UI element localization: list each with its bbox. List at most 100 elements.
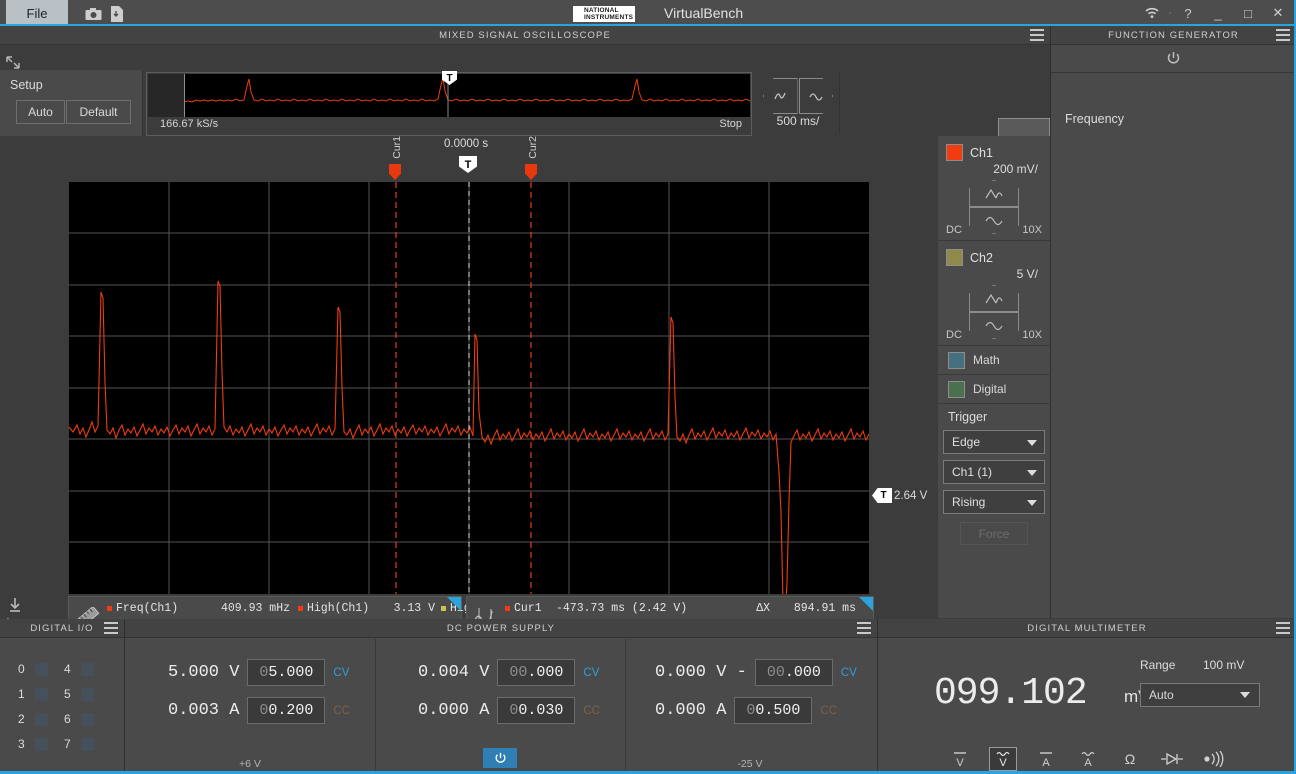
channel-ch1[interactable]: Ch1 200 mV/ DC 10X [938,136,1050,241]
dps-power-button[interactable] [483,748,517,768]
cursor1-handle[interactable] [389,164,401,180]
timebase-stepper[interactable] [763,78,833,114]
default-setup-button[interactable]: Default [66,100,131,124]
trigger-section-label: Trigger [948,410,988,424]
timebase-decrease-button[interactable] [763,78,798,114]
dmm-header: DIGITAL MULTIMETER [878,619,1296,638]
dio-led-7[interactable] [80,737,94,751]
svg-text:V: V [956,757,964,769]
ch1-probe[interactable]: 10X [1022,224,1042,236]
trigger-type-dropdown[interactable]: Edge [943,430,1045,454]
math-color-swatch[interactable] [948,351,965,369]
dmm-mode-selector: V V A A Ω [878,744,1296,774]
close-button[interactable]: ✕ [1264,0,1292,26]
trigger-source-dropdown[interactable]: Ch1 (1) [943,460,1045,484]
digital-tab[interactable]: Digital [938,375,1060,404]
camera-icon[interactable] [82,4,104,24]
dio-led-2[interactable] [34,712,48,726]
dc-current-icon[interactable]: A [1033,748,1059,770]
dio-line-1[interactable]: 1 [18,687,48,701]
trigger-level-marker[interactable]: T 2.64 V [872,488,927,503]
ch2-toggle[interactable]: Ch2 [946,249,993,266]
export-icon[interactable] [8,597,22,616]
trigger-position-handle[interactable]: T [459,156,477,173]
ch1-toggle[interactable]: Ch1 [946,144,993,161]
ac-current-icon[interactable]: A [1075,748,1101,770]
chevron-down-icon [1240,692,1250,698]
chevron-down-icon [1027,470,1037,476]
dio-led-4[interactable] [80,662,94,676]
maximize-button[interactable]: □ [1234,0,1262,26]
trigger-slope-dropdown[interactable]: Rising [943,490,1045,514]
waveform-plot[interactable] [69,182,869,594]
ch1-scale-decrease[interactable] [969,206,1019,234]
ch25v-voltage-reading: 0.004 V [418,663,490,682]
digital-color-swatch[interactable] [948,380,965,398]
ch1-color-swatch[interactable] [946,144,963,161]
dc-voltage-icon[interactable]: V [947,748,973,770]
dmm-menu-icon[interactable] [1276,622,1290,634]
dio-line-0[interactable]: 0 [18,662,48,676]
ch6v-cv-indicator: CV [333,666,350,679]
auto-setup-button[interactable]: Auto [16,100,65,124]
dps-menu-icon[interactable] [857,622,871,634]
brand-line-2: INSTRUMENTS [584,13,634,21]
fgen-menu-icon[interactable] [1276,29,1290,41]
ch1-coupling[interactable]: DC [946,224,962,236]
wifi-icon[interactable] [1138,0,1166,26]
ch2-coupling[interactable]: DC [946,329,962,341]
file-menu-button[interactable]: File [6,0,68,26]
ch6v-voltage-setpoint[interactable]: 0 5.000 [247,659,326,686]
overview-trigger-flag[interactable]: T [442,71,458,85]
ch25v-current-setpoint[interactable]: 0 0.030 [497,697,576,724]
channel-ch2[interactable]: Ch2 5 V/ DC 10X [938,241,1050,346]
chneg25v-current-setpoint[interactable]: 0 0.500 [734,697,813,724]
dio-led-1[interactable] [34,687,48,701]
ch2-color-swatch[interactable] [946,249,963,266]
dio-label-4: 4 [64,662,71,676]
ch25v-voltage-setpoint[interactable]: 00.000 [497,659,576,686]
scope-menu-icon[interactable] [1030,29,1044,41]
fgen-power-button[interactable] [1051,44,1296,73]
dio-line-7[interactable]: 7 [64,737,94,751]
ch2-scale[interactable]: 5 V/ [1017,267,1038,281]
dio-line-6[interactable]: 6 [64,712,94,726]
ch6v-current-setpoint[interactable]: 0 0.200 [247,697,326,724]
dio-line-4[interactable]: 4 [64,662,94,676]
dio-led-3[interactable] [34,737,48,751]
separator-dot: · [1168,7,1172,19]
dio-line-5[interactable]: 5 [64,687,94,701]
force-trigger-button[interactable]: Force [960,522,1028,545]
dio-led-5[interactable] [80,687,94,701]
timebase-increase-button[interactable] [798,78,833,114]
minimize-button[interactable]: _ [1204,0,1232,26]
restore-layout-icon[interactable] [6,56,22,70]
help-button[interactable]: ? [1174,0,1202,26]
chneg25v-voltage-setpoint[interactable]: 00.000 [754,659,833,686]
dmm-range-mode-dropdown[interactable]: Auto [1140,683,1260,707]
ch2-scale-decrease[interactable] [969,311,1019,339]
continuity-icon[interactable] [1201,748,1227,770]
svg-text:V: V [999,757,1007,769]
dio-led-6[interactable] [80,712,94,726]
resistance-icon[interactable]: Ω [1117,748,1143,770]
measurements-resize-corner[interactable] [447,597,461,611]
cursor2-label: Cur2 [527,136,539,159]
cursors-resize-corner[interactable] [859,597,873,611]
dio-menu-icon[interactable] [104,622,118,634]
ch2-scale-increase[interactable] [969,285,1019,313]
dio-line-3[interactable]: 3 [18,737,48,751]
math-tab[interactable]: Math [938,346,1060,375]
ch1-scale[interactable]: 200 mV/ [993,162,1038,176]
ch2-probe[interactable]: 10X [1022,329,1042,341]
dio-line-2[interactable]: 2 [18,712,48,726]
ch1-scale-increase[interactable] [969,180,1019,208]
cursor2-handle[interactable] [525,164,537,180]
overview-dim-region [148,74,185,117]
report-icon[interactable] [106,4,128,24]
ac-voltage-icon[interactable]: V [989,747,1017,771]
dio-led-0[interactable] [34,662,48,676]
diode-icon[interactable] [1159,748,1185,770]
waveform-overview[interactable]: T 166.67 kS/s Stop [146,71,752,136]
ch25v-current-reading: 0.000 A [418,701,490,720]
